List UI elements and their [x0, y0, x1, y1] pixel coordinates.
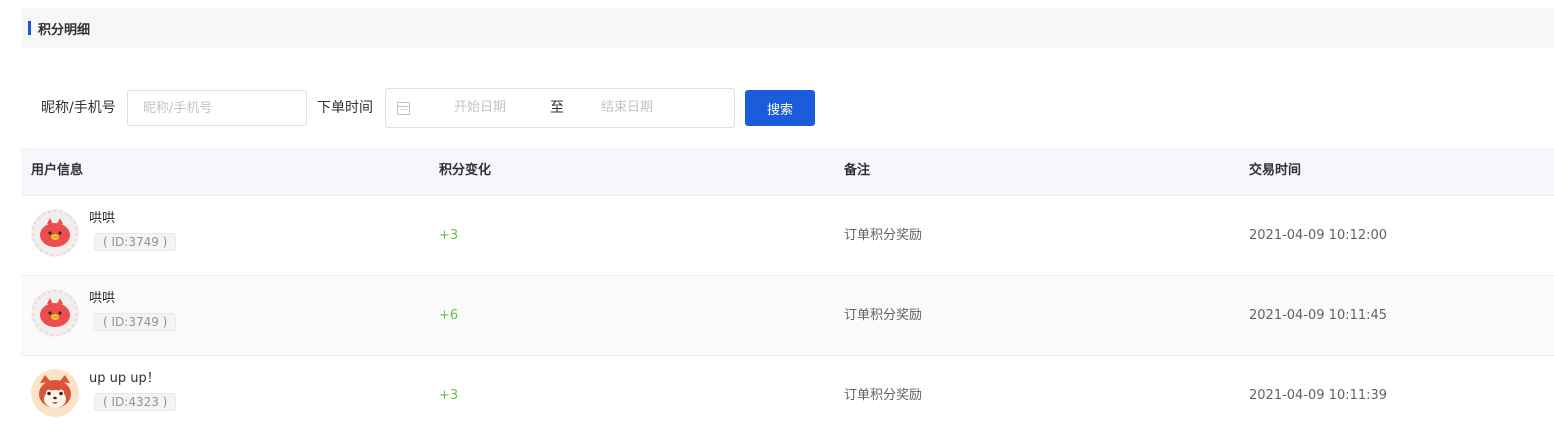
section-title: 积分明细 — [38, 22, 91, 38]
table-header: 用户信息 积分变化 备注 交易时间 — [21, 148, 1554, 196]
table-row: up up up！ ( ID:4323 ) +3 订单积分奖励 2021-04-… — [21, 356, 1554, 434]
date-range-separator: 至 — [550, 100, 564, 116]
user-id-tag: ( ID:4323 ) — [94, 393, 177, 411]
end-date-input[interactable]: 结束日期 — [567, 89, 687, 127]
section-header: 积分明细 — [21, 8, 1554, 48]
points-table: 用户信息 积分变化 备注 交易时间 哄哄 (ID:3749) +3 订单积分… — [21, 148, 1554, 434]
section-accent-bar — [28, 21, 31, 35]
red-bird-avatar — [31, 209, 79, 257]
table-row: 哄哄 ( ID:3749 ) +3 订单积分奖励 2021-04-09 10:1… — [21, 196, 1554, 276]
points-change: +3 — [439, 388, 459, 403]
calendar-icon — [397, 102, 410, 115]
transaction-time: 2021-04-09 10:11:39 — [1249, 388, 1388, 403]
transaction-time: 2021-04-09 10:12:00 — [1249, 228, 1388, 243]
nickname-label: 昵称/手机号 — [41, 100, 116, 116]
red-bird-avatar — [31, 289, 79, 337]
column-header-remark: 备注 — [844, 163, 871, 178]
points-change: +3 — [439, 228, 459, 243]
user-nickname: 哄哄 — [89, 211, 116, 226]
column-header-points-change: 积分变化 — [439, 163, 492, 178]
remark: 订单积分奖励 — [844, 228, 923, 243]
nickname-input[interactable] — [127, 90, 307, 126]
search-button[interactable]: 搜索 — [745, 90, 815, 126]
column-header-transaction-time: 交易时间 — [1249, 163, 1302, 178]
transaction-time: 2021-04-09 10:11:45 — [1249, 308, 1388, 323]
order-time-label: 下单时间 — [317, 100, 373, 116]
user-id-tag: ( ID:3749 ) — [94, 233, 177, 251]
red-panda-avatar — [31, 369, 79, 417]
column-header-user-info: 用户信息 — [31, 163, 84, 178]
start-date-input[interactable]: 开始日期 — [420, 89, 540, 127]
table-row: 哄哄 ( ID:3749 ) +6 订单积分奖励 2021-04-09 10:1… — [21, 276, 1554, 356]
date-range-picker[interactable]: 开始日期 至 结束日期 — [385, 88, 735, 128]
user-id-tag: ( ID:3749 ) — [94, 313, 177, 331]
user-nickname: 哄哄 — [89, 291, 116, 306]
user-nickname: up up up！ — [89, 371, 160, 386]
filter-bar: 昵称/手机号 下单时间 开始日期 至 结束日期 搜索 — [21, 88, 1121, 128]
points-change: +6 — [439, 308, 459, 323]
remark: 订单积分奖励 — [844, 308, 923, 323]
remark: 订单积分奖励 — [844, 388, 923, 403]
points-detail-page: 积分明细 昵称/手机号 下单时间 开始日期 至 结束日期 搜索 用户信息 积分变… — [0, 0, 1554, 434]
